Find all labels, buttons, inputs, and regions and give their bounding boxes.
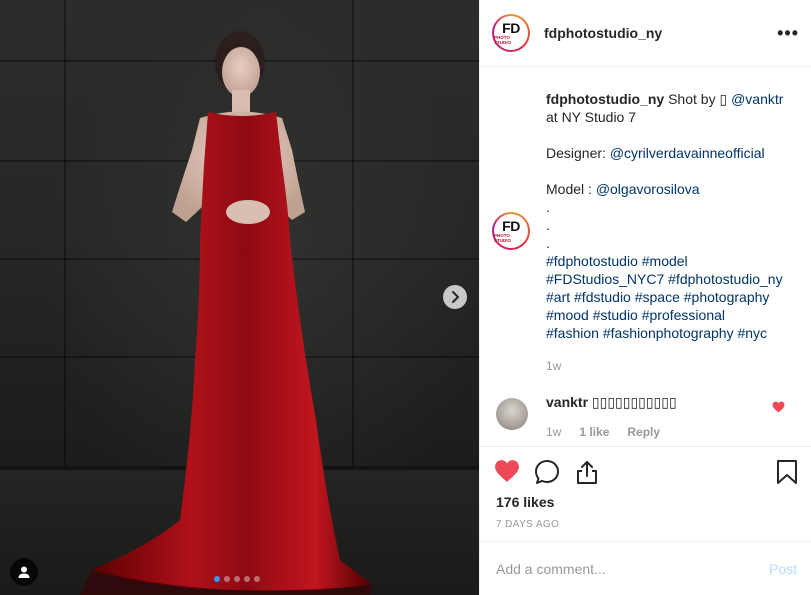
comment-text: vanktr ▯▯▯▯▯▯▯▯▯▯▯: [546, 394, 677, 411]
avatar[interactable]: FD PHOTO STUDIO: [492, 14, 530, 52]
person-icon: [18, 566, 30, 578]
comment-likes[interactable]: 1 like: [579, 425, 609, 439]
save-button[interactable]: [776, 459, 798, 485]
carousel-indicator: [214, 576, 260, 582]
logo-sub-text: PHOTO STUDIO: [494, 35, 512, 45]
logo-main-text: FD: [502, 20, 520, 36]
comment-input[interactable]: [496, 560, 769, 577]
caption-avatar[interactable]: FD PHOTO STUDIO: [492, 212, 530, 250]
hashtag-line[interactable]: #FDStudios_NYC7 #fdphotostudio_ny: [546, 270, 801, 288]
mention-designer[interactable]: @cyrilverdavainneofficial: [610, 145, 765, 161]
post-date[interactable]: 7 DAYS AGO: [496, 519, 559, 530]
comment-timestamp[interactable]: 1w: [546, 425, 561, 439]
post-photo[interactable]: [0, 0, 479, 595]
comment-bubble-icon: [535, 460, 559, 484]
caption-text: Shot by: [668, 91, 716, 107]
logo-sub-text: PHOTO STUDIO: [494, 233, 512, 243]
more-options-icon[interactable]: •••: [777, 23, 799, 44]
comment-username[interactable]: vanktr: [546, 394, 588, 410]
caption-dot: .: [546, 217, 550, 233]
share-icon: [577, 461, 597, 484]
mention-photographer[interactable]: @vanktr: [731, 91, 783, 107]
like-button[interactable]: [494, 459, 520, 485]
heart-filled-icon: [495, 460, 519, 482]
post-caption: fdphotostudio_ny Shot by ▯ @vanktr at NY…: [546, 90, 801, 342]
reply-button[interactable]: Reply: [627, 425, 660, 439]
caption-timestamp[interactable]: 1w: [546, 359, 561, 373]
carousel-dot: [234, 576, 240, 582]
caption-dot: .: [546, 199, 550, 215]
next-photo-button[interactable]: [443, 285, 467, 309]
camera-glyph: ▯: [719, 91, 728, 107]
post-actions: 176 likes 7 DAYS AGO: [480, 446, 811, 530]
carousel-dot: [224, 576, 230, 582]
hashtag-line[interactable]: #art #fdstudio #space #photography: [546, 288, 801, 306]
model-figure: [80, 31, 372, 595]
chevron-right-icon: [452, 291, 459, 303]
heart-filled-icon: [772, 401, 785, 413]
caption-username[interactable]: fdphotostudio_ny: [546, 91, 664, 107]
post-header: FD PHOTO STUDIO fdphotostudio_ny •••: [480, 0, 811, 67]
comments-section: FD PHOTO STUDIO fdphotostudio_ny Shot by…: [480, 68, 811, 446]
comment-meta: 1w 1 like Reply: [546, 425, 660, 439]
bookmark-icon: [777, 460, 797, 484]
carousel-dot: [254, 576, 260, 582]
logo-main-text: FD: [502, 218, 520, 234]
hashtag-line[interactable]: #fdphotostudio #model: [546, 252, 801, 270]
carousel-dot: [214, 576, 220, 582]
designer-label: Designer:: [546, 145, 606, 161]
hashtag-line[interactable]: #fashion #fashionphotography #nyc: [546, 324, 801, 342]
add-comment-bar: Post: [480, 541, 811, 595]
post-details-panel: FD PHOTO STUDIO fdphotostudio_ny ••• FD …: [479, 0, 811, 595]
model-label: Model :: [546, 181, 592, 197]
caption-location: at NY Studio 7: [546, 109, 637, 125]
comment-like-button[interactable]: [772, 401, 785, 413]
carousel-dot: [244, 576, 250, 582]
mention-model[interactable]: @olgavorosilova: [596, 181, 700, 197]
post-comment-button[interactable]: Post: [769, 561, 797, 577]
post-username[interactable]: fdphotostudio_ny: [544, 25, 662, 41]
share-button[interactable]: [574, 459, 600, 485]
likes-count[interactable]: 176 likes: [496, 494, 554, 510]
comment-body: ▯▯▯▯▯▯▯▯▯▯▯: [591, 394, 677, 410]
hashtag-line[interactable]: #mood #studio #professional: [546, 306, 801, 324]
instagram-post: FD PHOTO STUDIO fdphotostudio_ny ••• FD …: [0, 0, 811, 595]
avatar[interactable]: [496, 398, 528, 430]
tagged-users-button[interactable]: [10, 558, 38, 586]
caption-dot: .: [546, 235, 550, 251]
comment-button[interactable]: [534, 459, 560, 485]
